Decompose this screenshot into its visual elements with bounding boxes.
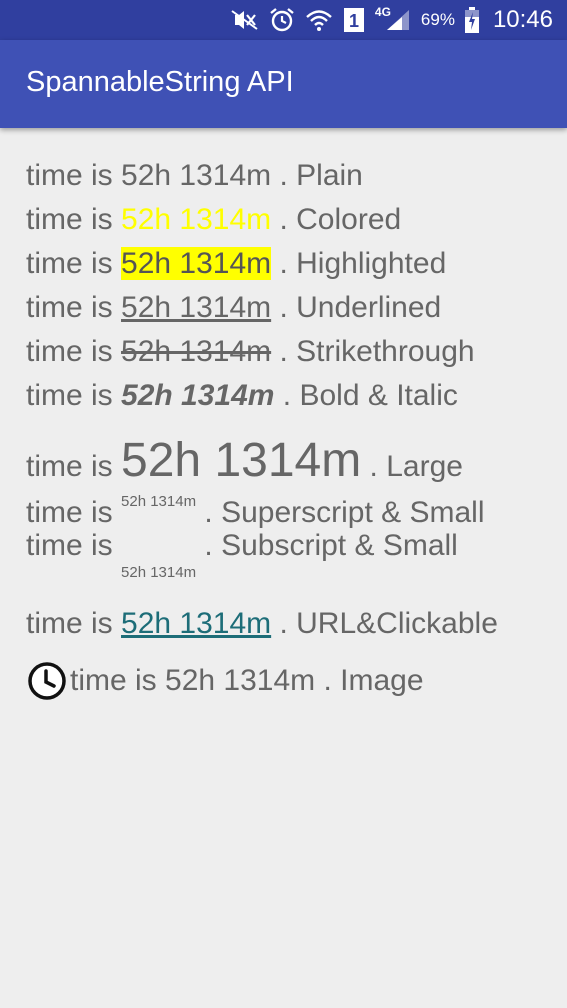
- sim-label: 1: [349, 11, 359, 31]
- line-prefix: time is: [26, 203, 122, 236]
- battery-icon: [464, 7, 479, 33]
- status-time: 10:46: [492, 6, 553, 33]
- span-highlighted: 52h 1314m: [121, 247, 272, 280]
- line-suffix: . Colored: [271, 203, 402, 236]
- spannable-list: time is 52h 1314m . Plain time is 52h 13…: [26, 152, 556, 706]
- line-prefix: time is: [26, 379, 122, 412]
- line-highlighted: time is 52h 1314m . Highlighted: [26, 240, 556, 284]
- span-subscript: 52h 1314m: [121, 564, 197, 581]
- sim-icon: 1: [343, 7, 365, 33]
- line-colored: time is 52h 1314m . Colored: [26, 196, 556, 240]
- line-image: time is 52h 1314m . Image: [26, 656, 556, 706]
- app-bar: SpannableString API: [0, 40, 567, 128]
- line-prefix: time is: [26, 291, 122, 324]
- line-suffix: . URL&Clickable: [271, 607, 498, 640]
- line-suffix: . Highlighted: [271, 247, 447, 280]
- span-bold-italic: 52h 1314m: [121, 379, 275, 412]
- line-plain: time is 52h 1314m . Plain: [26, 152, 556, 196]
- battery-percent: 69%: [420, 10, 455, 29]
- mute-icon: [229, 9, 259, 31]
- line-suffix: . Plain: [271, 159, 363, 192]
- app-title: SpannableString API: [26, 66, 294, 98]
- line-underlined: time is 52h 1314m . Underlined: [26, 284, 556, 328]
- image-line-text: time is 52h 1314m . Image: [70, 664, 424, 697]
- line-large: time is 52h 1314m . Large: [26, 416, 556, 487]
- line-strikethrough: time is 52h 1314m . Strikethrough: [26, 328, 556, 372]
- line-suffix: . Bold & Italic: [274, 379, 458, 412]
- line-prefix: time is: [26, 159, 122, 192]
- line-suffix: . Subscript & Small: [196, 529, 458, 562]
- line-prefix: time is: [26, 529, 122, 562]
- status-bar: 1 4G 69% 10:46: [0, 0, 567, 40]
- line-prefix: time is: [26, 335, 122, 368]
- line-subscript: time is 52h 1314m . Subscript & Small: [26, 522, 556, 600]
- clock-icon: [26, 660, 68, 702]
- network-group: 4G: [374, 5, 411, 32]
- line-superscript: time is 52h 1314m . Superscript & Small: [26, 478, 556, 529]
- line-url: time is 52h 1314m . URL&Clickable: [26, 600, 556, 656]
- alarm-icon: [269, 7, 295, 33]
- span-colored: 52h 1314m: [121, 203, 272, 236]
- network-type: 4G: [374, 5, 391, 19]
- span-strikethrough: 52h 1314m: [121, 335, 272, 368]
- line-prefix: time is: [26, 247, 122, 280]
- wifi-icon: [305, 8, 333, 32]
- line-prefix: time is: [26, 607, 122, 640]
- span-superscript: 52h 1314m: [121, 493, 197, 510]
- url-link[interactable]: 52h 1314m: [121, 607, 271, 640]
- status-icons: 1 4G 69% 10:46: [229, 0, 553, 40]
- line-suffix: . Underlined: [271, 291, 442, 324]
- span-underlined: 52h 1314m: [121, 291, 272, 324]
- span-plain: 52h 1314m: [121, 159, 272, 192]
- line-suffix: . Strikethrough: [271, 335, 475, 368]
- line-bold-italic: time is 52h 1314m . Bold & Italic: [26, 372, 556, 416]
